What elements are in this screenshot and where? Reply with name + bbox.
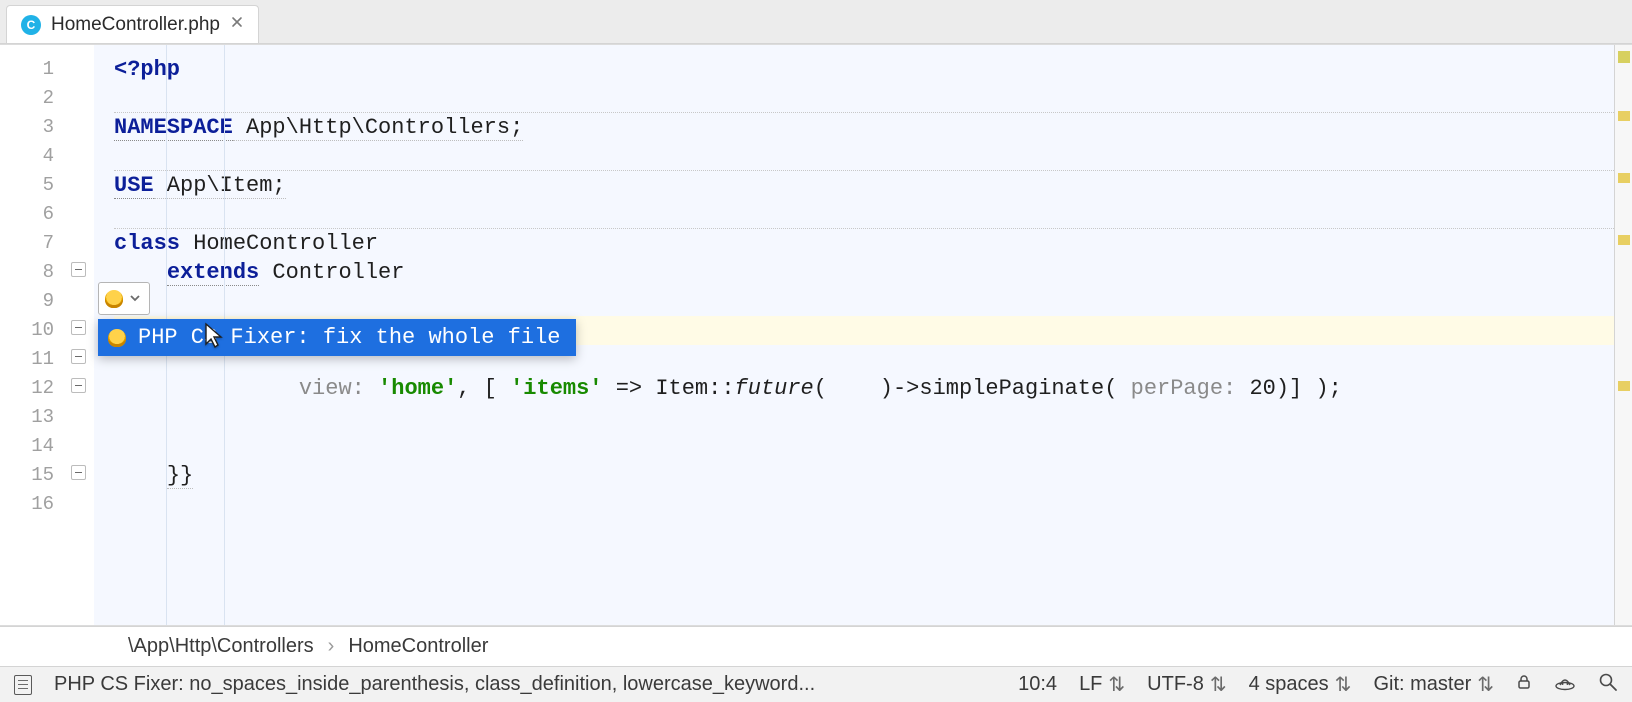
line-gutter: 1 2 3 4 5 6 7 8 9 10 11 12 13 14 15 16 [0, 45, 68, 625]
warning-marker[interactable] [1618, 235, 1630, 245]
status-message: PHP CS Fixer: no_spaces_inside_parenthes… [54, 673, 996, 696]
line-number: 11 [0, 345, 68, 374]
breadcrumb-path[interactable]: \App\Http\Controllers [128, 635, 314, 658]
error-stripe[interactable] [1614, 45, 1632, 625]
line-number: 15 [0, 461, 68, 490]
lightbulb-icon [108, 329, 126, 347]
code-line: <?php [114, 55, 1614, 84]
line-number: 8 [0, 258, 68, 287]
line-number: 3 [0, 113, 68, 142]
code-line [114, 432, 1614, 461]
analysis-status-icon[interactable] [1618, 51, 1630, 63]
line-number: 5 [0, 171, 68, 200]
line-number: 1 [0, 55, 68, 84]
encoding-selector[interactable]: UTF-8⇅ [1147, 672, 1226, 697]
code-line: USE App\Item; [114, 171, 1614, 200]
code-line [114, 142, 1614, 171]
search-icon[interactable] [1598, 672, 1618, 698]
line-number: 6 [0, 200, 68, 229]
inspector-icon[interactable] [1554, 672, 1576, 698]
fold-toggle-icon[interactable] [71, 320, 86, 335]
status-bar: PHP CS Fixer: no_spaces_inside_parenthes… [0, 666, 1632, 702]
line-number: 14 [0, 432, 68, 461]
intention-popup: PHP CS Fixer: fix the whole file [98, 282, 576, 356]
git-branch-selector[interactable]: Git: master⇅ [1373, 672, 1494, 697]
line-number: 12 [0, 374, 68, 403]
lightbulb-icon [105, 290, 123, 308]
lock-icon[interactable] [1516, 673, 1532, 696]
line-number: 16 [0, 490, 68, 519]
tab-label: HomeController.php [51, 14, 220, 36]
caret-position[interactable]: 10:4 [1018, 673, 1057, 696]
code-line: class HomeController [114, 229, 1614, 258]
breadcrumb-symbol[interactable]: HomeController [348, 635, 488, 658]
class-file-icon: C [21, 15, 41, 35]
fold-toggle-icon[interactable] [71, 378, 86, 393]
warning-marker[interactable] [1618, 111, 1630, 121]
line-number: 13 [0, 403, 68, 432]
code-line [114, 84, 1614, 113]
fold-toggle-icon[interactable] [71, 262, 86, 277]
line-number: 9 [0, 287, 68, 316]
warning-marker[interactable] [1618, 173, 1630, 183]
chevron-down-icon [129, 286, 141, 311]
tab-bar: C HomeController.php [0, 0, 1632, 44]
line-separator-selector[interactable]: LF⇅ [1079, 672, 1125, 697]
code-area[interactable]: <?php NAMESPACE App\Http\Controllers; US… [94, 45, 1614, 625]
breadcrumb[interactable]: \App\Http\Controllers › HomeController [0, 626, 1632, 666]
code-line [114, 490, 1614, 519]
indent-selector[interactable]: 4 spaces⇅ [1249, 672, 1352, 697]
warning-marker[interactable] [1618, 381, 1630, 391]
chevron-right-icon: › [328, 635, 335, 658]
code-line: }} [114, 461, 1614, 490]
line-number: 4 [0, 142, 68, 171]
code-line [114, 403, 1614, 432]
intention-label: PHP CS Fixer: fix the whole file [138, 325, 560, 350]
intention-bulb-button[interactable] [98, 282, 150, 315]
document-icon[interactable] [14, 675, 32, 695]
fold-column [68, 45, 94, 625]
editor[interactable]: 1 2 3 4 5 6 7 8 9 10 11 12 13 14 15 16 <… [0, 44, 1632, 626]
code-line [114, 200, 1614, 229]
close-icon[interactable] [230, 15, 244, 34]
code-line: view: 'home', [ 'items' => Item::future(… [114, 374, 1614, 403]
code-line: NAMESPACE App\Http\Controllers; [114, 113, 1614, 142]
tab-homecontroller[interactable]: C HomeController.php [6, 5, 259, 43]
line-number: 2 [0, 84, 68, 113]
line-number: 10 [0, 316, 68, 345]
fold-toggle-icon[interactable] [71, 349, 86, 364]
intention-menu-item[interactable]: PHP CS Fixer: fix the whole file [98, 319, 576, 356]
fold-toggle-icon[interactable] [71, 465, 86, 480]
line-number: 7 [0, 229, 68, 258]
